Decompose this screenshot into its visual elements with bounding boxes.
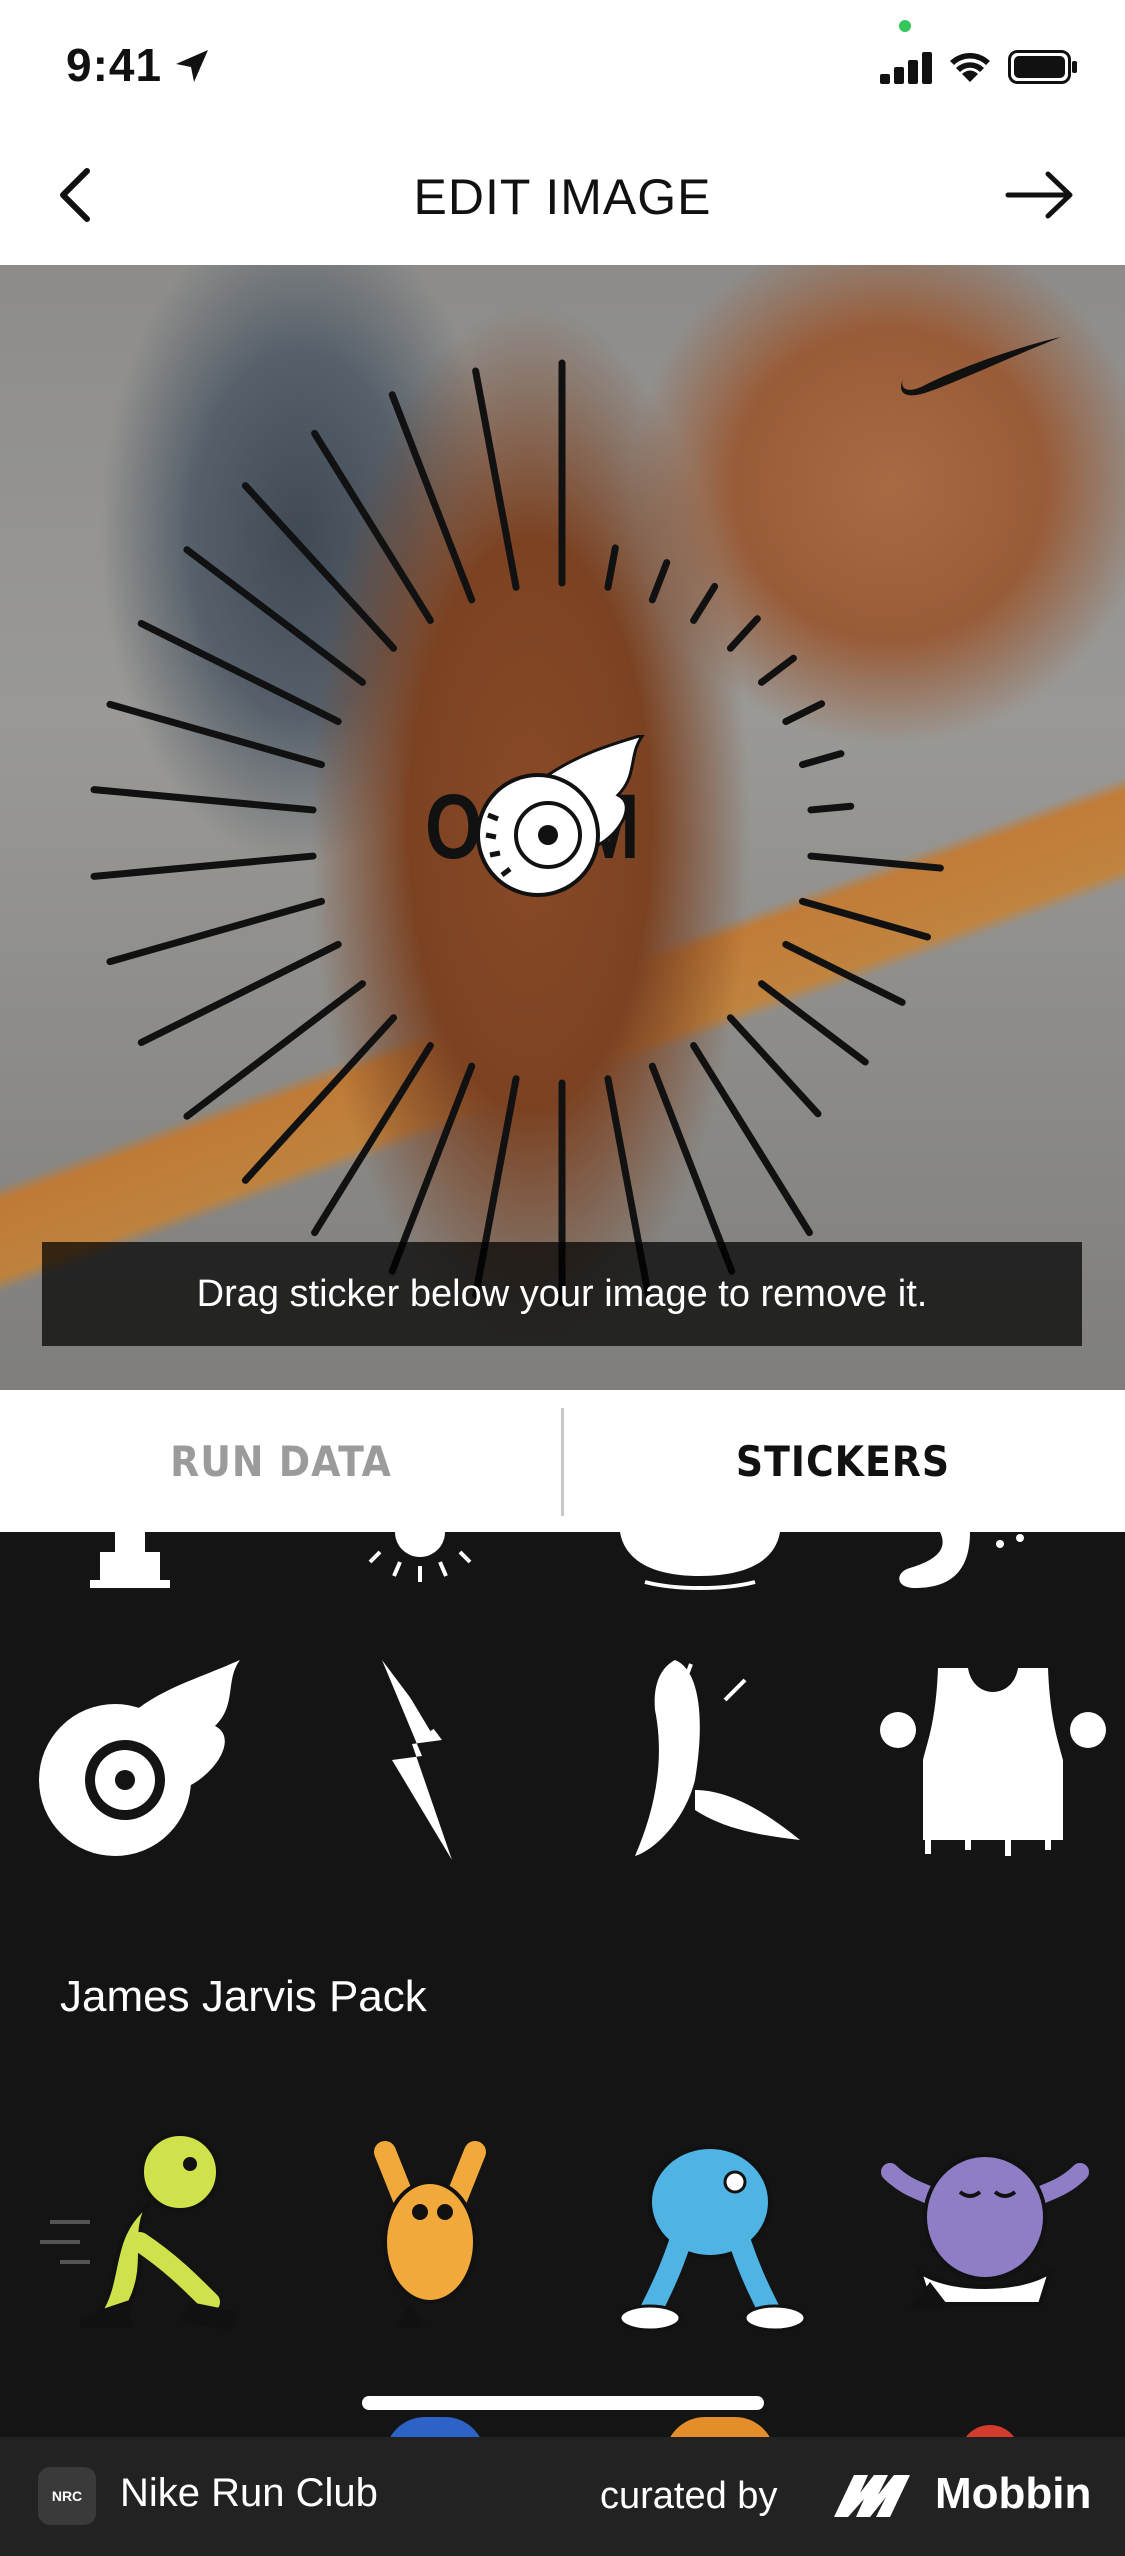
burst-ray — [472, 367, 520, 591]
mobbin-brand-name: Mobbin — [935, 2469, 1092, 2518]
lightning-bolt-sticker[interactable] — [372, 1660, 462, 1860]
wifi-icon — [950, 53, 990, 82]
status-bar: 9:41 — [0, 0, 1125, 130]
editor-tabs: RUN DATA STICKERS — [0, 1390, 1125, 1532]
flaming-tire-sticker[interactable] — [25, 1660, 245, 1860]
status-time: 9:41 — [66, 39, 163, 91]
running-character-sticker[interactable] — [40, 2132, 250, 2332]
burst-ray — [782, 940, 906, 1006]
edit-image-canvas[interactable]: OM Drag sticker below your image to remo… — [0, 265, 1125, 1390]
flaming-tire-sticker[interactable] — [468, 735, 648, 915]
burst-ray — [90, 786, 317, 814]
next-row-sticker-orange[interactable] — [665, 2417, 775, 2437]
trophy-icon[interactable] — [80, 1532, 180, 1592]
burst-ray — [782, 700, 826, 726]
burst-ray — [798, 897, 931, 941]
burst-ray — [726, 1014, 822, 1118]
next-button[interactable] — [1000, 160, 1080, 230]
burst-ray — [388, 391, 476, 604]
remove-sticker-hint: Drag sticker below your image to remove … — [42, 1242, 1082, 1346]
burst-ray — [311, 1042, 434, 1237]
tab-divider — [561, 1408, 564, 1516]
next-row-sticker-red[interactable] — [960, 2425, 1020, 2437]
burst-ray — [690, 1042, 813, 1237]
dancing-character-sticker[interactable] — [610, 2132, 810, 2332]
burst-ray — [106, 897, 326, 966]
sticker-tray[interactable]: James Jarvis Pack — [0, 1532, 1125, 2437]
cheering-character-sticker[interactable] — [355, 2132, 505, 2332]
burst-ray — [690, 582, 719, 624]
app-icon: NRC — [38, 2467, 96, 2525]
attribution-footer: NRC Nike Run Club curated by Mobbin — [0, 2437, 1125, 2556]
next-row-sticker-blue[interactable] — [385, 2417, 485, 2437]
arrow-right-icon — [1005, 171, 1073, 219]
page-title: EDIT IMAGE — [413, 169, 712, 225]
burst-ray — [604, 544, 619, 591]
sun-icon[interactable] — [360, 1532, 480, 1592]
burst-ray — [241, 1014, 398, 1184]
meditating-character-sticker[interactable] — [870, 2132, 1100, 2312]
privacy-indicator-dot — [899, 20, 911, 32]
burst-ray — [311, 429, 434, 624]
burst-ray — [726, 615, 761, 652]
burst-ray — [648, 1062, 736, 1275]
burst-ray — [758, 980, 869, 1066]
app-name: Nike Run Club — [120, 2471, 378, 2515]
battery-icon — [1008, 50, 1077, 84]
cellular-signal-icon — [880, 52, 932, 84]
burst-ray — [648, 559, 671, 604]
curated-by-label: curated by — [600, 2475, 778, 2517]
tank-top-sticker[interactable] — [878, 1660, 1108, 1860]
mobbin-logo-icon — [834, 2475, 910, 2517]
bowl-icon[interactable] — [615, 1532, 785, 1592]
tab-stickers[interactable]: STICKERS — [562, 1390, 1124, 1532]
banana-sticker[interactable] — [615, 1660, 805, 1860]
tab-run-data[interactable]: RUN DATA — [0, 1390, 562, 1532]
burst-ray — [807, 852, 944, 872]
navigation-header: EDIT IMAGE — [0, 130, 1125, 265]
burst-ray — [758, 654, 797, 686]
burst-ray — [798, 750, 845, 769]
burst-ray — [90, 852, 317, 880]
foot-icon[interactable] — [890, 1532, 1040, 1592]
location-arrow-icon — [176, 50, 208, 82]
burst-ray — [807, 802, 855, 814]
burst-ray — [106, 700, 326, 769]
home-indicator — [362, 2396, 764, 2410]
burst-ray — [241, 482, 398, 652]
burst-ray — [388, 1062, 476, 1275]
pack-title: James Jarvis Pack — [60, 1972, 427, 2021]
